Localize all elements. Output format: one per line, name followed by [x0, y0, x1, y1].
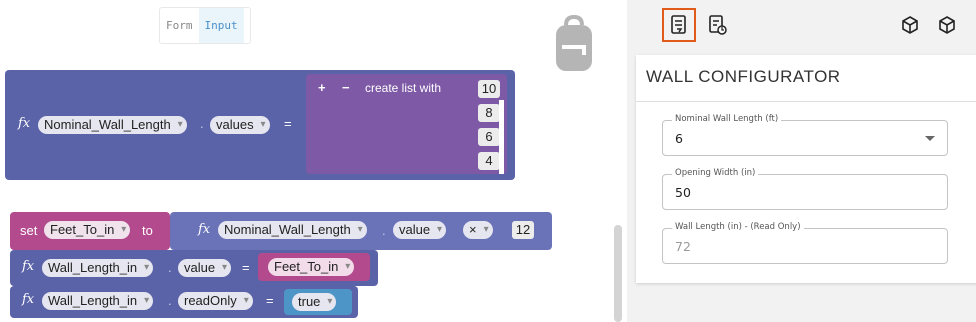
- property-dropdown[interactable]: values: [210, 116, 270, 134]
- workspace-scrollbar[interactable]: [614, 225, 622, 322]
- dot-separator: .: [168, 260, 172, 275]
- nominal-wall-length-value[interactable]: 6: [675, 131, 683, 146]
- mode-form-option[interactable]: Form: [160, 8, 199, 43]
- cube-outline-icon: [939, 16, 955, 34]
- set-variable-dropdown[interactable]: Feet_To_in: [44, 221, 131, 239]
- configurator-card: WALL CONFIGURATOR Nominal Wall Length (f…: [636, 55, 976, 283]
- wall-length-readonly-field: Wall Length (in) - (Read Only) 72: [662, 222, 948, 264]
- dropdown-caret-icon[interactable]: [925, 136, 935, 141]
- remove-item-icon[interactable]: −: [342, 80, 350, 95]
- list-bracket: [499, 100, 504, 174]
- list-item-value[interactable]: 4: [478, 152, 500, 170]
- getter-variable-dropdown[interactable]: Feet_To_in: [268, 258, 355, 276]
- dot-separator: .: [200, 116, 204, 131]
- configurator-title: WALL CONFIGURATOR: [646, 67, 841, 86]
- dot-separator: .: [382, 223, 386, 238]
- mode-input-option[interactable]: Input: [198, 8, 244, 43]
- wall-length-value: 72: [675, 239, 691, 254]
- mode-toggle[interactable]: Form Input: [159, 7, 251, 44]
- variable-dropdown[interactable]: Wall_Length_in: [42, 292, 154, 310]
- fx-icon: fx: [18, 116, 31, 131]
- equals-label: =: [284, 116, 292, 131]
- property-dropdown[interactable]: value: [178, 259, 232, 277]
- equals-label: =: [266, 293, 274, 308]
- source-property-dropdown[interactable]: value: [393, 221, 447, 239]
- list-item-value[interactable]: 6: [478, 128, 500, 146]
- add-item-icon[interactable]: +: [318, 80, 326, 95]
- property-dropdown[interactable]: readOnly: [178, 292, 253, 310]
- variable-dropdown[interactable]: Wall_Length_in: [42, 259, 154, 277]
- title-divider: [636, 101, 976, 102]
- block-workspace[interactable]: Form Input fx Nominal_Wall_Length . valu…: [0, 0, 627, 322]
- model-export-button[interactable]: [930, 8, 964, 42]
- opening-width-value[interactable]: 50: [675, 185, 691, 200]
- nominal-wall-length-select[interactable]: Nominal Wall Length (ft) 6: [662, 114, 948, 156]
- operand-value[interactable]: 12: [512, 221, 534, 239]
- form-view-button[interactable]: [662, 8, 696, 42]
- document-list-icon: [671, 15, 686, 34]
- list-item-value[interactable]: 8: [478, 104, 500, 122]
- cube-icon: [902, 16, 918, 34]
- fx-icon: fx: [22, 292, 35, 307]
- source-variable-dropdown[interactable]: Nominal_Wall_Length: [218, 221, 367, 239]
- model-view-button[interactable]: [893, 8, 927, 42]
- set-label: set: [20, 223, 38, 238]
- boolean-dropdown[interactable]: true: [292, 293, 337, 311]
- variable-dropdown[interactable]: Nominal_Wall_Length: [38, 116, 187, 134]
- document-refresh-icon: [709, 15, 727, 35]
- fx-icon: fx: [198, 222, 211, 237]
- list-item-value[interactable]: 10: [478, 80, 500, 98]
- refresh-form-button[interactable]: [701, 8, 735, 42]
- operator-dropdown[interactable]: ×: [463, 221, 493, 239]
- create-list-label: create list with: [365, 81, 442, 95]
- opening-width-label: Opening Width (in): [672, 168, 759, 178]
- equals-label: =: [242, 260, 250, 275]
- to-label: to: [142, 223, 153, 238]
- wall-length-label: Wall Length (in) - (Read Only): [672, 222, 804, 232]
- fx-icon: fx: [22, 259, 35, 274]
- configurator-panel: WALL CONFIGURATOR Nominal Wall Length (f…: [627, 0, 976, 322]
- opening-width-input[interactable]: Opening Width (in) 50: [662, 168, 948, 210]
- backpack-icon[interactable]: [554, 15, 594, 73]
- nominal-wall-length-label: Nominal Wall Length (ft): [672, 114, 782, 124]
- dot-separator: .: [168, 293, 172, 308]
